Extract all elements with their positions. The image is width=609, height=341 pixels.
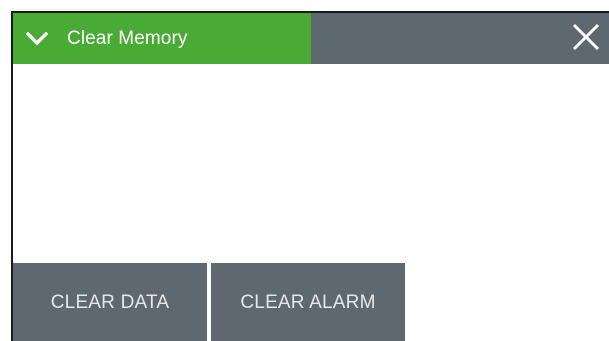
chevron-down-icon[interactable]	[26, 31, 48, 46]
close-button[interactable]	[569, 22, 603, 56]
page-title: Clear Memory	[67, 27, 188, 49]
clear-alarm-button[interactable]: CLEAR ALARM	[211, 263, 405, 341]
clear-memory-screen: Clear Memory CLEAR DATA CLEAR ALARM	[0, 0, 609, 341]
title-tab[interactable]: Clear Memory	[13, 13, 311, 64]
clear-data-button[interactable]: CLEAR DATA	[13, 263, 207, 341]
title-bar: Clear Memory	[13, 13, 609, 64]
content-area	[13, 64, 609, 262]
close-icon[interactable]	[571, 22, 601, 57]
dialog-panel: Clear Memory CLEAR DATA CLEAR ALARM	[11, 11, 609, 341]
